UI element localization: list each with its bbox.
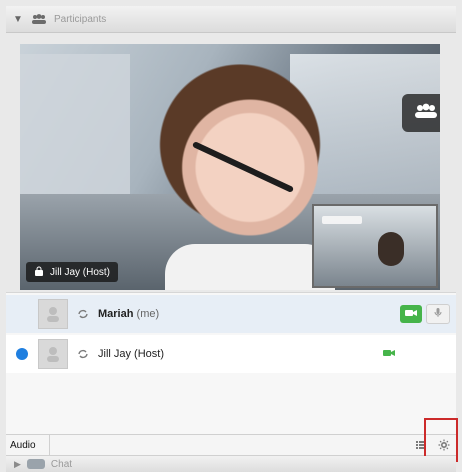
participant-name: Jill Jay (Host) <box>98 348 164 360</box>
inset-person <box>378 232 404 266</box>
participant-name-text: Jill Jay (Host) <box>98 348 165 360</box>
chat-label: Chat <box>50 458 73 470</box>
participant-row-mariah[interactable]: Mariah (me) <box>6 295 456 333</box>
mic-icon <box>433 307 443 322</box>
status-dot <box>16 348 28 360</box>
audio-bar-spacer <box>50 435 410 455</box>
sync-icon <box>76 347 90 361</box>
layout-button[interactable] <box>402 94 440 132</box>
video-camera-icon <box>382 348 396 361</box>
triangle-right-icon[interactable]: ▶ <box>14 459 21 470</box>
camera-indicator <box>378 345 400 363</box>
audio-label: Audio <box>6 435 50 455</box>
participant-row-jill[interactable]: Jill Jay (Host) <box>6 335 456 373</box>
triangle-down-icon[interactable]: ▼ <box>12 13 24 25</box>
mic-button[interactable] <box>426 304 450 324</box>
lock-icon <box>34 266 44 279</box>
people-layout-icon <box>412 102 440 125</box>
participant-list: Mariah (me) Jill Jay (Host) <box>6 292 456 435</box>
participant-name: Mariah (me) <box>98 308 159 320</box>
panel-title: Participants <box>54 13 107 25</box>
camera-button[interactable] <box>400 305 422 323</box>
active-video[interactable]: Jill Jay (Host) <box>20 44 440 290</box>
active-speaker-label: Jill Jay (Host) <box>26 262 119 282</box>
participants-header[interactable]: ▼ Participants <box>6 6 456 33</box>
active-speaker-name: Jill Jay (Host) <box>50 266 111 278</box>
sync-icon <box>76 307 90 321</box>
avatar-icon <box>38 339 68 369</box>
video-camera-icon <box>404 308 418 321</box>
inset-light <box>322 216 362 224</box>
participants-panel: ▼ Participants Jill Jay (Host) Mariah (m… <box>0 0 462 472</box>
participant-suffix: (me) <box>136 308 160 320</box>
avatar-icon <box>38 299 68 329</box>
audio-bar: Audio <box>6 434 456 456</box>
self-view-inset[interactable] <box>312 204 438 288</box>
chat-bar[interactable]: ▶ Chat <box>6 456 456 472</box>
people-icon <box>30 12 48 26</box>
status-dot <box>16 308 28 320</box>
video-shirt <box>165 244 335 290</box>
participant-name-bold: Mariah <box>98 308 134 320</box>
chat-icon <box>26 459 45 469</box>
